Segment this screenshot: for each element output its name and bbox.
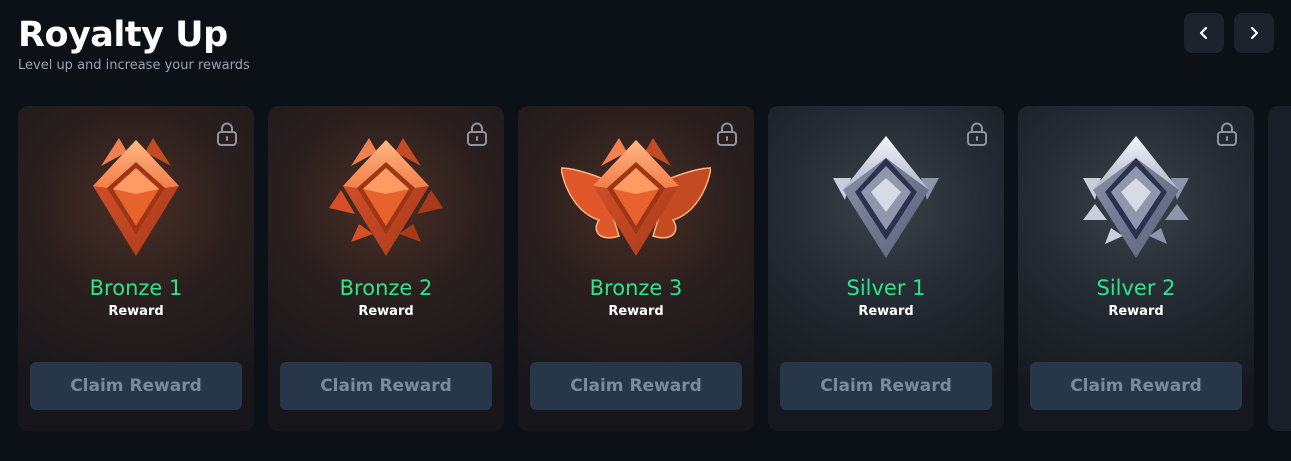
lock-icon: [1217, 122, 1237, 146]
bronze-1-rank-icon: [93, 138, 179, 256]
reward-label: Reward: [358, 304, 414, 319]
next-button[interactable]: [1234, 13, 1274, 53]
reward-carousel: Bronze 1 Reward Claim Reward Bronze 2 Re…: [18, 106, 1291, 431]
lock-icon: [467, 122, 487, 146]
claim-reward-button[interactable]: Claim Reward: [30, 362, 242, 410]
lock-icon: [967, 122, 987, 146]
tier-name: Bronze 2: [339, 276, 433, 300]
tier-name: Bronze 1: [89, 276, 183, 300]
lock-icon: [717, 122, 737, 146]
claim-reward-button[interactable]: Claim Reward: [530, 362, 742, 410]
reward-label: Reward: [858, 304, 914, 319]
reward-card: Silver 1 Reward Claim Reward: [768, 106, 1004, 431]
tier-name: Silver 1: [846, 276, 926, 300]
reward-card: Bronze 2 Reward Claim Reward: [268, 106, 504, 431]
reward-label: Reward: [1108, 304, 1164, 319]
lock-icon: [217, 122, 237, 146]
reward-label: Reward: [108, 304, 164, 319]
tier-name: Silver 2: [1096, 276, 1176, 300]
claim-reward-button[interactable]: Claim Reward: [1030, 362, 1242, 410]
chevron-right-icon: [1250, 26, 1259, 40]
bronze-2-rank-icon: [329, 138, 443, 256]
reward-label: Reward: [608, 304, 664, 319]
reward-card: Silver 2 Reward Claim Reward: [1018, 106, 1254, 431]
prev-button[interactable]: [1184, 13, 1224, 53]
page-title: Royalty Up: [18, 15, 228, 55]
chevron-left-icon: [1199, 26, 1208, 40]
silver-1-rank-icon: [833, 136, 939, 258]
silver-2-rank-icon: [1083, 136, 1189, 258]
reward-card: Bronze 1 Reward Claim Reward: [18, 106, 254, 431]
bronze-3-rank-icon: [561, 138, 711, 256]
page-subtitle: Level up and increase your rewards: [18, 58, 250, 73]
reward-card-partial: [1268, 106, 1291, 431]
claim-reward-button[interactable]: Claim Reward: [280, 362, 492, 410]
reward-card: Bronze 3 Reward Claim Reward: [518, 106, 754, 431]
tier-name: Bronze 3: [589, 276, 683, 300]
claim-reward-button[interactable]: Claim Reward: [780, 362, 992, 410]
